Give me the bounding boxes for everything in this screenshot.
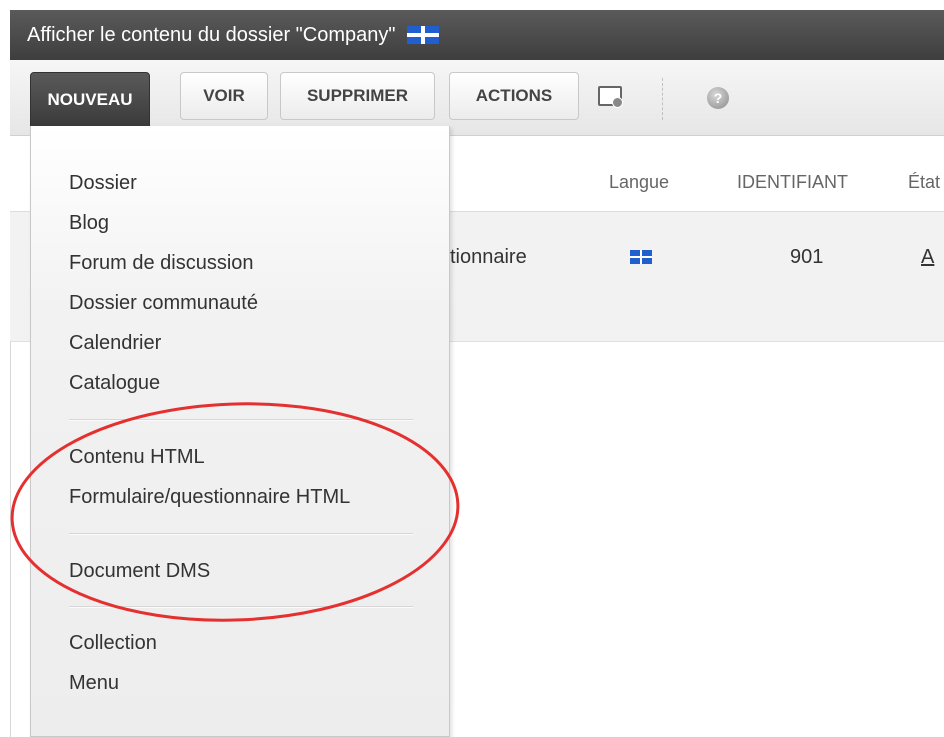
menu-item-formulaire-html[interactable]: Formulaire/questionnaire HTML: [69, 486, 350, 509]
help-icon[interactable]: ?: [707, 87, 729, 109]
menu-item-catalogue[interactable]: Catalogue: [69, 372, 160, 395]
voir-button[interactable]: VOIR: [180, 72, 268, 120]
supprimer-button-label: SUPPRIMER: [306, 86, 409, 105]
window-preview-icon[interactable]: [598, 86, 623, 108]
row-title[interactable]: stionnaire: [440, 246, 527, 269]
menu-separator: [69, 533, 413, 535]
supprimer-button[interactable]: SUPPRIMER: [280, 72, 435, 120]
menu-separator: [69, 606, 413, 608]
menu-item-document-dms[interactable]: Document DMS: [69, 560, 210, 583]
voir-button-label: VOIR: [203, 86, 245, 105]
quebec-flag-icon: [630, 250, 652, 264]
menu-separator: [69, 419, 413, 421]
row-identifier: 901: [790, 246, 824, 268]
toolbar-separator: [662, 78, 663, 120]
window-title-bar: Afficher le contenu du dossier "Company": [10, 10, 944, 60]
row-state-link[interactable]: A: [921, 246, 934, 269]
actions-button[interactable]: ACTIONS: [449, 72, 579, 120]
menu-item-blog[interactable]: Blog: [69, 212, 109, 235]
menu-item-dossier[interactable]: Dossier: [69, 172, 137, 195]
column-header-language[interactable]: Langue: [609, 172, 669, 193]
menu-item-contenu-html[interactable]: Contenu HTML: [69, 446, 205, 469]
menu-item-dossier-communaute[interactable]: Dossier communauté: [69, 292, 258, 315]
window-title: Afficher le contenu du dossier "Company": [27, 24, 396, 46]
actions-button-label: ACTIONS: [475, 86, 553, 105]
column-header-state[interactable]: État: [908, 172, 940, 193]
menu-item-collection[interactable]: Collection: [69, 632, 157, 655]
toolbar: NOUVEAU VOIR SUPPRIMER ACTIONS ?: [10, 60, 944, 136]
quebec-flag-icon: [407, 26, 440, 44]
nouveau-button-label: NOUVEAU: [47, 90, 133, 109]
nouveau-dropdown-menu: Dossier Blog Forum de discussion Dossier…: [30, 126, 450, 737]
nouveau-button[interactable]: NOUVEAU: [30, 72, 150, 128]
menu-item-menu[interactable]: Menu: [69, 672, 119, 695]
menu-item-forum[interactable]: Forum de discussion: [69, 252, 254, 275]
menu-item-calendrier[interactable]: Calendrier: [69, 332, 161, 355]
column-header-identifier[interactable]: IDENTIFIANT: [737, 172, 848, 193]
